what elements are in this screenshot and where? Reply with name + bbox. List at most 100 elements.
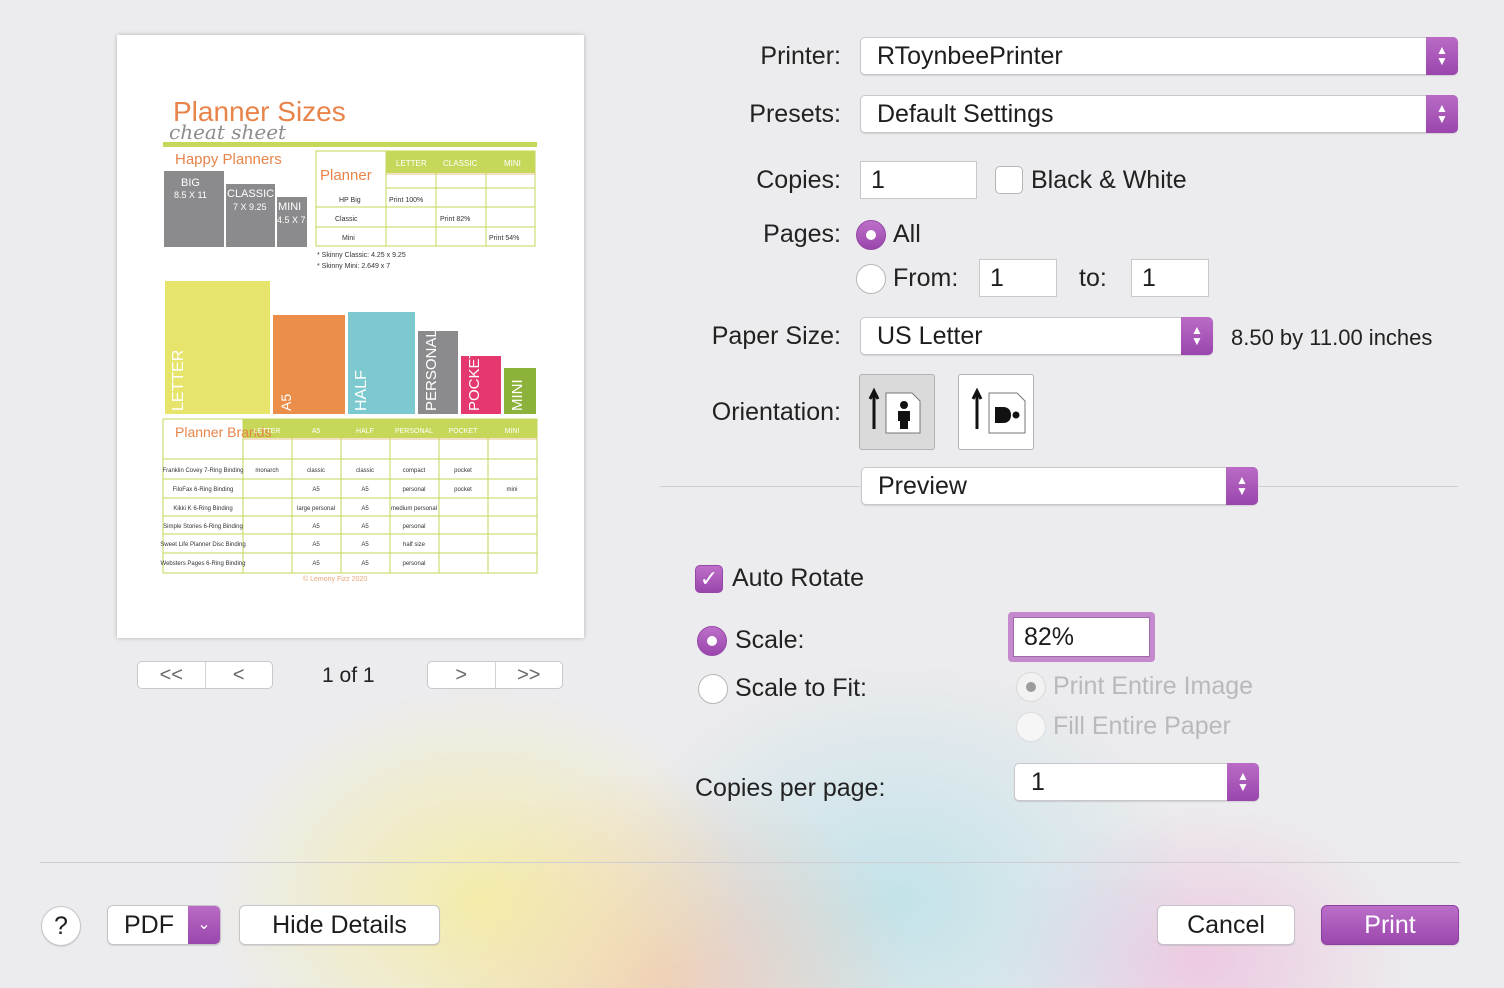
doc-brand-name: Websters Pages 6-Ring Binding: [161, 561, 246, 567]
fill-entire-paper-label: Fill Entire Paper: [1053, 712, 1231, 740]
doc-bar-personal: PERSONAL: [423, 329, 440, 411]
orientation-landscape-button[interactable]: [958, 374, 1034, 450]
doc-brand-cell: personal: [402, 524, 425, 530]
scale-to-fit-label: Scale to Fit:: [735, 674, 867, 702]
section-separator: [660, 486, 860, 487]
copies-per-page-value: 1: [1031, 768, 1045, 796]
doc-note: * Skinny Mini: 2.649 x 7: [317, 263, 390, 270]
pdf-label: PDF: [124, 911, 174, 939]
doc-row-cell: Print 82%: [440, 216, 470, 223]
presets-label: Presets:: [749, 100, 841, 128]
paper-dimensions: 8.50 by 11.00 inches: [1231, 325, 1433, 350]
doc-brand-cell: large personal: [297, 506, 335, 512]
copies-per-page-popup[interactable]: 1 ▲ ▼: [1014, 763, 1259, 801]
page-indicator: 1 of 1: [322, 664, 375, 687]
doc-brand-cell: personal: [402, 487, 425, 493]
landscape-icon: [971, 387, 1026, 434]
printer-label: Printer:: [760, 42, 841, 70]
doc-brand-cell: A5: [361, 542, 369, 548]
preview-nav-back: << <: [137, 661, 273, 689]
paper-size-label: Paper Size:: [711, 322, 841, 350]
doc-brand-cell: pocket: [454, 468, 472, 474]
doc-hp-big-size: 8.5 X 11: [174, 190, 207, 200]
doc-row-cell: Print 54%: [489, 235, 519, 242]
doc-hp-big: BIG: [181, 177, 200, 189]
popup-arrows-icon: ▲ ▼: [1226, 467, 1258, 505]
presets-popup[interactable]: Default Settings ▲ ▼: [860, 95, 1458, 133]
scale-input[interactable]: [1013, 617, 1150, 657]
pages-from-radio[interactable]: [856, 264, 886, 294]
print-preview-page: Planner Sizes cheat sheet Happy Planners…: [117, 35, 584, 638]
doc-brand-cell: A5: [312, 487, 320, 493]
doc-brand-cell: personal: [402, 561, 425, 567]
doc-row-cell: Print 100%: [389, 197, 423, 204]
doc-brand-name: FiloFax 6-Ring Binding: [173, 487, 234, 493]
doc-brand-cell: A5: [312, 542, 320, 548]
scale-to-fit-radio[interactable]: [698, 674, 728, 704]
doc-brand-name: Kikki K 6-Ring Binding: [173, 506, 232, 512]
doc-size-bars: LETTER A5 HALF PERSONAL POCKET MINI: [165, 281, 536, 414]
hide-details-button[interactable]: Hide Details: [239, 905, 440, 945]
doc-brand-name: Franklin Covey 7-Ring Binding: [162, 468, 243, 474]
doc-brand-col: HALF: [356, 428, 374, 435]
doc-hp-mini-size: 4.5 X 7: [277, 215, 306, 225]
help-button[interactable]: ?: [41, 906, 81, 946]
doc-brand-cell: A5: [361, 506, 369, 512]
doc-col-classic: CLASSIC: [443, 159, 477, 168]
orientation-label: Orientation:: [711, 398, 841, 426]
pages-from-input[interactable]: [979, 259, 1057, 297]
footer-separator: [40, 862, 1460, 863]
doc-brand-cell: A5: [361, 561, 369, 567]
auto-rotate-label: Auto Rotate: [732, 564, 865, 592]
presets-value: Default Settings: [877, 100, 1054, 128]
pages-to-label: to:: [1079, 264, 1107, 292]
auto-rotate-checkbox[interactable]: ✓: [695, 565, 723, 593]
doc-brand-col: A5: [312, 428, 321, 435]
print-entire-image-radio[interactable]: [1016, 672, 1046, 702]
black-white-checkbox[interactable]: [995, 166, 1023, 194]
app-settings-popup[interactable]: Preview ▲ ▼: [861, 467, 1258, 505]
doc-hp-classic-size: 7 X 9.25: [233, 202, 267, 212]
scale-radio[interactable]: [697, 626, 727, 656]
doc-bar-pocket: POCKET: [466, 349, 483, 411]
printer-popup[interactable]: RToynbeePrinter ▲ ▼: [860, 37, 1458, 75]
first-page-button[interactable]: <<: [138, 662, 205, 688]
doc-brand-cell: classic: [307, 468, 325, 474]
copies-label: Copies:: [756, 166, 841, 194]
doc-brands-table: Planner Brands: [162, 418, 538, 574]
fill-entire-paper-radio[interactable]: [1016, 712, 1046, 742]
paper-size-popup[interactable]: US Letter ▲ ▼: [860, 317, 1213, 355]
doc-bar-letter: LETTER: [170, 350, 187, 411]
doc-hp-mini: MINI: [278, 201, 301, 213]
print-button[interactable]: Print: [1321, 905, 1459, 945]
doc-brand-col: MINI: [505, 428, 520, 435]
doc-brand-cell: A5: [361, 524, 369, 530]
section-separator: [1258, 486, 1458, 487]
orientation-portrait-button[interactable]: [859, 374, 935, 450]
copies-input[interactable]: [860, 161, 977, 199]
pages-to-input[interactable]: [1131, 259, 1209, 297]
doc-bar-mini: MINI: [509, 379, 526, 411]
doc-brand-name: Sweet Life Planner Disc Binding: [160, 542, 245, 548]
preview-nav-forward: > >>: [427, 661, 563, 689]
doc-brand-cell: pocket: [454, 487, 472, 493]
chevron-down-icon: ⌄: [188, 906, 220, 944]
previous-page-button[interactable]: <: [204, 662, 273, 688]
next-page-button[interactable]: >: [428, 662, 495, 688]
printer-value: RToynbeePrinter: [877, 42, 1063, 70]
cancel-button[interactable]: Cancel: [1157, 905, 1295, 945]
popup-arrows-icon: ▲ ▼: [1426, 95, 1458, 133]
pages-all-radio[interactable]: [856, 220, 886, 250]
pdf-menu-button[interactable]: PDF ⌄: [107, 905, 221, 945]
pages-all-label: All: [893, 220, 921, 248]
doc-note: * Skinny Classic: 4.25 x 9.25: [317, 252, 406, 259]
scale-label: Scale:: [735, 626, 805, 654]
popup-arrows-icon: ▲ ▼: [1181, 317, 1213, 355]
copies-per-page-label: Copies per page:: [695, 774, 886, 802]
doc-brand-cell: classic: [356, 468, 374, 474]
doc-brand-cell: A5: [312, 561, 320, 567]
doc-bar-a5: A5: [278, 394, 294, 411]
doc-brand-cell: half size: [403, 542, 426, 548]
last-page-button[interactable]: >>: [494, 662, 563, 688]
doc-subtitle: cheat sheet: [169, 120, 287, 144]
